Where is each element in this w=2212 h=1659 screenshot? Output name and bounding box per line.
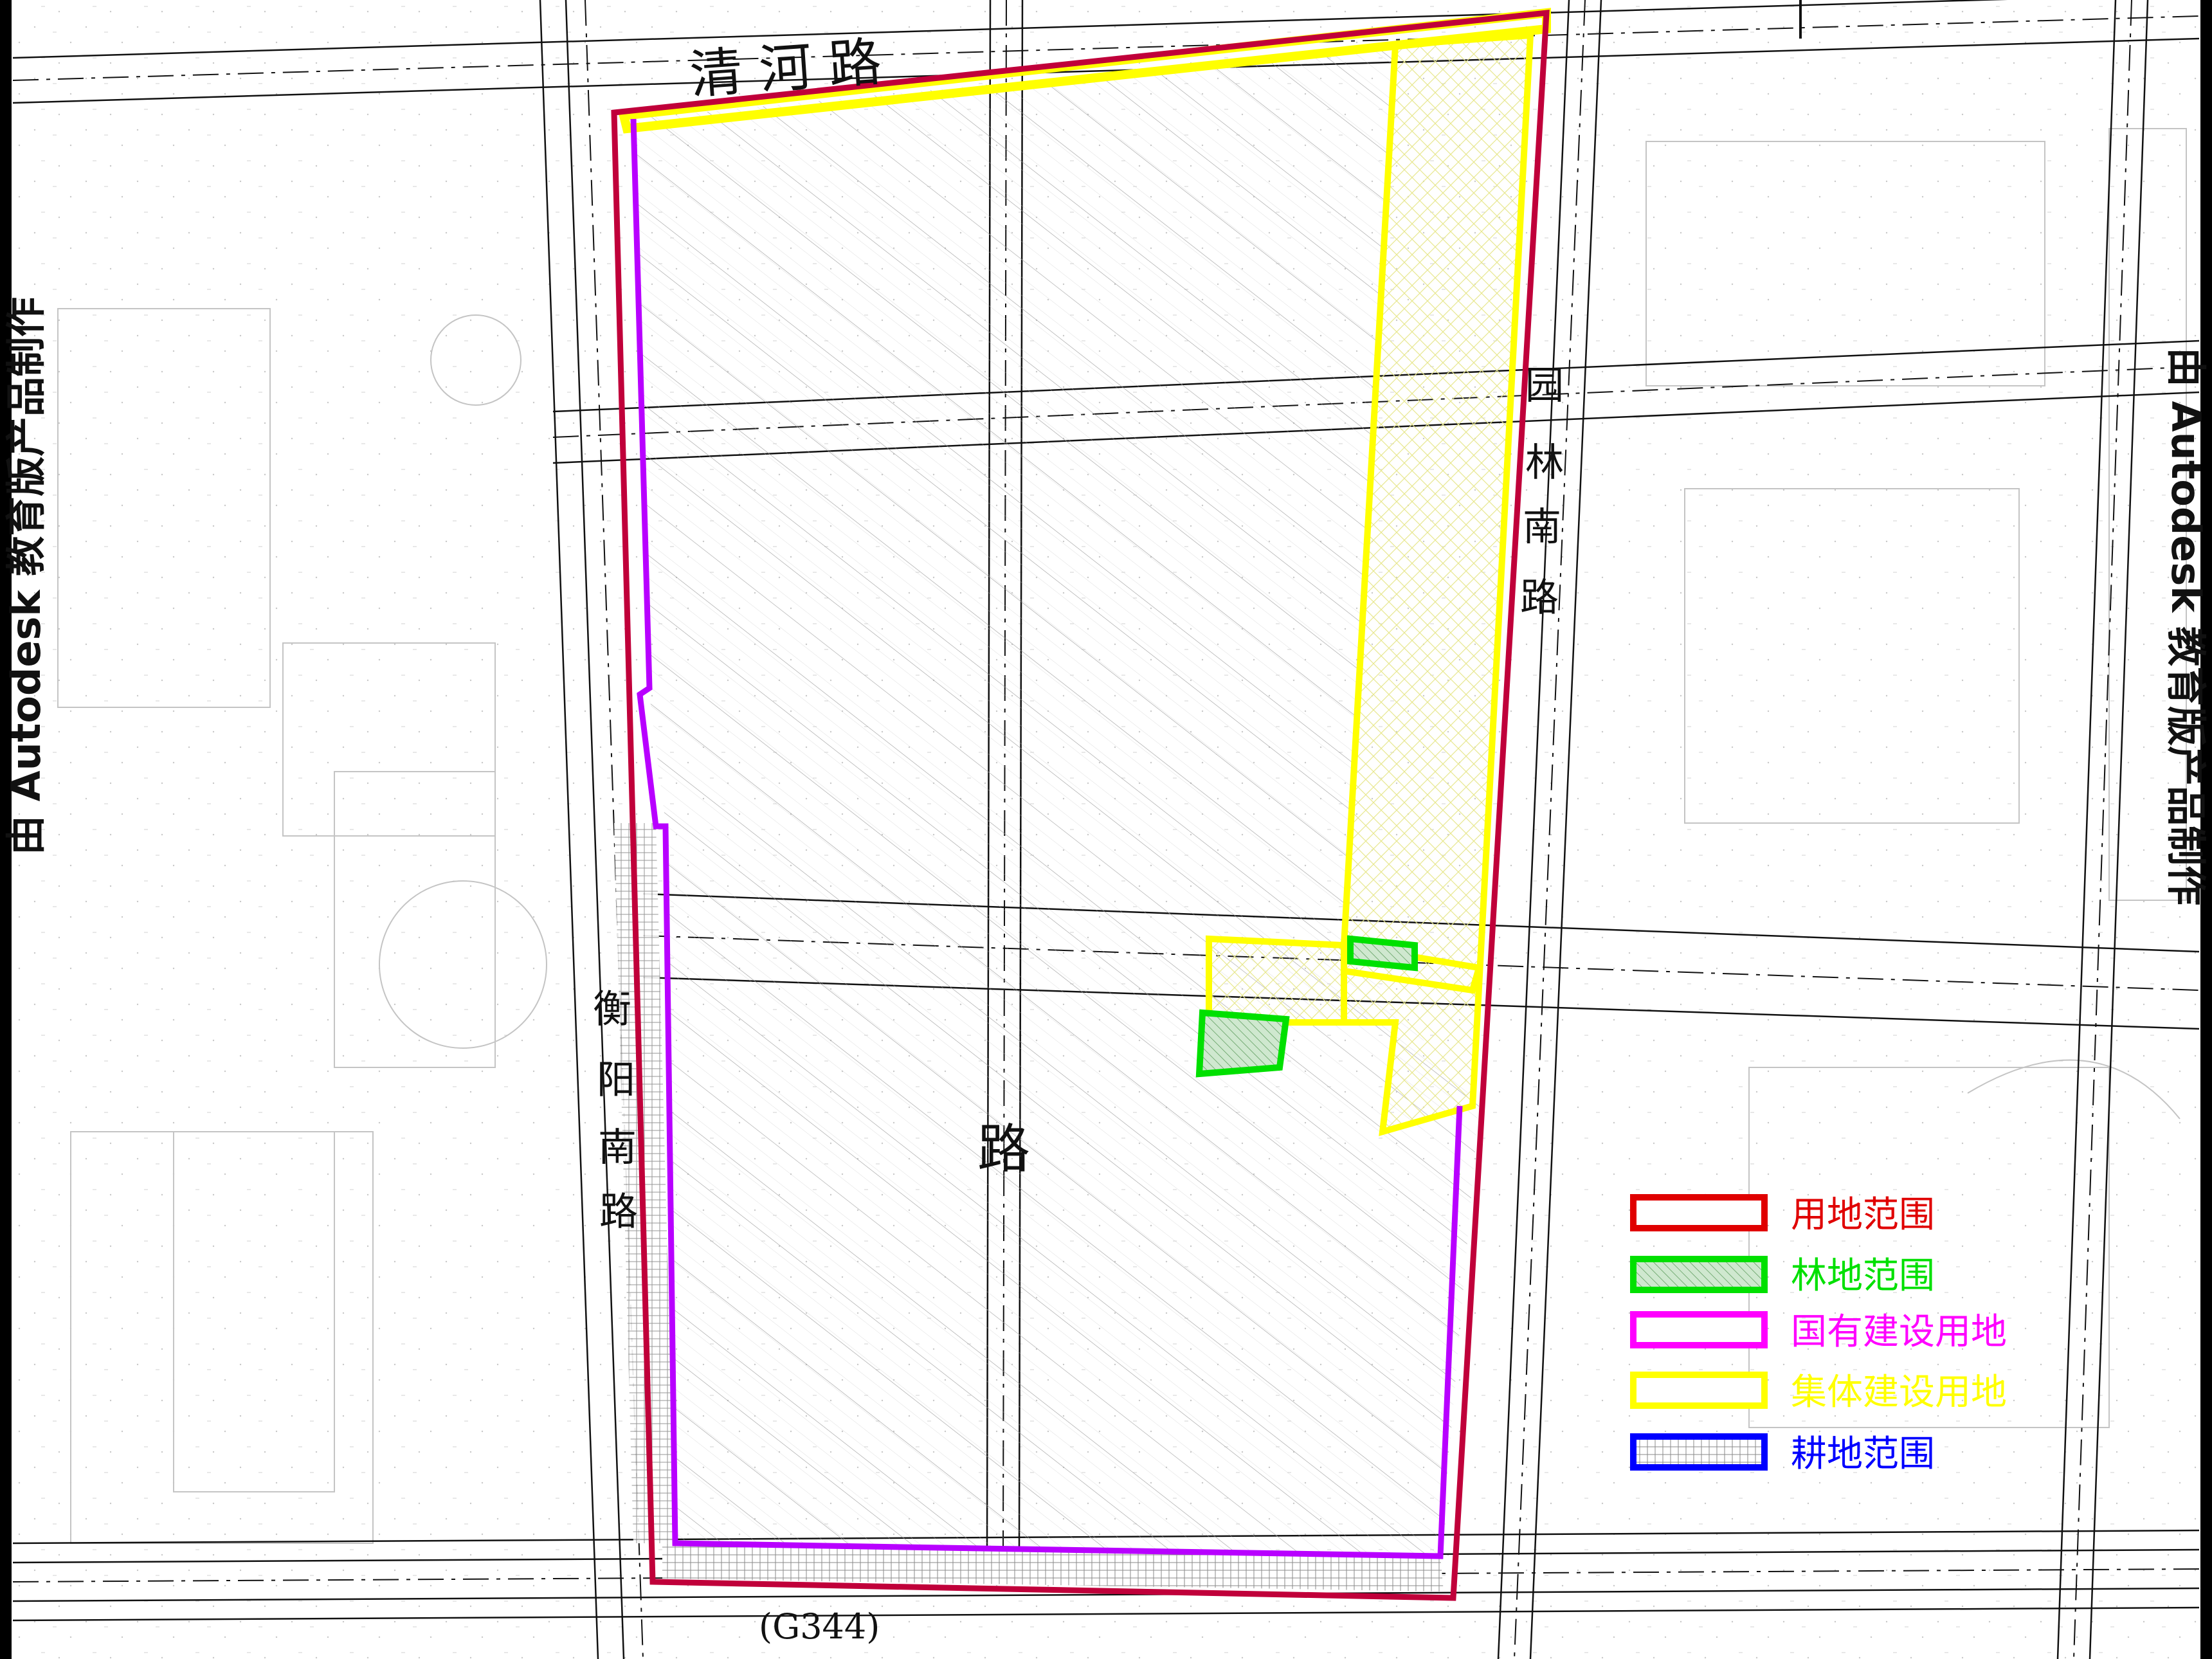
legend-label-forest-scope: 林地范围 (1791, 1255, 1935, 1297)
svg-text:阳: 阳 (597, 1058, 635, 1103)
svg-text:路: 路 (599, 1190, 638, 1235)
svg-text:衡: 衡 (593, 987, 631, 1032)
legend-label-farmland: 耕地范围 (1791, 1433, 1935, 1475)
legend-swatch-farmland (1630, 1433, 1768, 1471)
svg-text:林: 林 (1525, 440, 1564, 485)
svg-text:园: 园 (1525, 363, 1564, 408)
svg-text:南: 南 (598, 1125, 637, 1170)
forest-area-2 (1347, 935, 1418, 972)
legend-swatch-collective (1630, 1372, 1768, 1409)
svg-text:路: 路 (1520, 576, 1559, 621)
watermark-left: 由 Autodesk 教育版产品制作 (3, 297, 50, 855)
legend-swatch-state-owned (1630, 1311, 1768, 1348)
legend-label-state-owned: 国有建设用地 (1791, 1311, 2007, 1353)
center-road-label: 路 (977, 1119, 1030, 1180)
planning-map: 清 河 路 园 林 南 路 衡 阳 南 路 路 (G344) 由 Autodes… (0, 0, 2212, 1659)
svg-text:南: 南 (1523, 505, 1561, 550)
legend-label-land-scope: 用地范围 (1791, 1194, 1935, 1236)
legend-swatch-land-scope (1630, 1194, 1768, 1231)
g344-road-label: (G344) (759, 1606, 880, 1647)
legend-swatch-forest-scope (1630, 1256, 1768, 1293)
watermark-right: 由 Autodesk 教育版产品制作 (2162, 347, 2209, 905)
forest-area-1 (1195, 1009, 1290, 1078)
legend-label-collective: 集体建设用地 (1791, 1372, 2007, 1413)
